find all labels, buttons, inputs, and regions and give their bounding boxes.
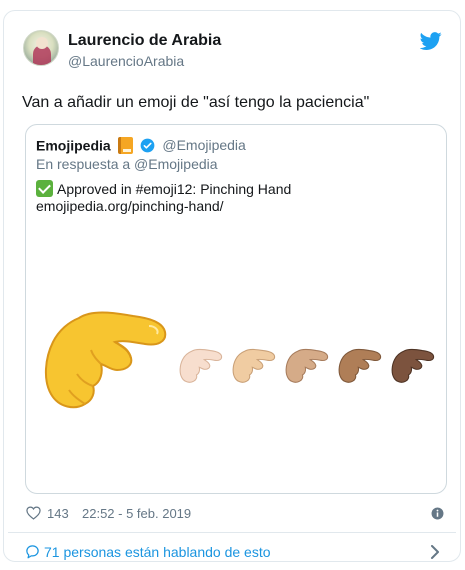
quoted-author-handle: @Emojipedia xyxy=(162,137,246,154)
quoted-author-name: Emojipedia xyxy=(36,137,111,154)
tweet-card: Laurencio de Arabia @LaurencioArabia Van… xyxy=(3,10,461,562)
pinching-hand-emoji-medium-dark xyxy=(338,348,382,383)
pinching-hand-emoji-yellow xyxy=(45,311,167,409)
chevron-right-icon[interactable] xyxy=(430,545,440,559)
quoted-link[interactable]: emojipedia.org/pinching-hand/ xyxy=(36,198,224,214)
verified-badge-icon xyxy=(141,138,155,153)
tweet-meta: 143 22:52 - 5 feb. 2019 xyxy=(26,505,446,523)
author-handle[interactable]: @LaurencioArabia xyxy=(68,53,184,69)
tweet-timestamp[interactable]: 22:52 - 5 feb. 2019 xyxy=(82,506,191,521)
info-icon[interactable] xyxy=(431,507,444,520)
pinching-hand-emoji-light xyxy=(179,348,223,383)
tweet-header: Laurencio de Arabia @LaurencioArabia xyxy=(18,26,446,70)
heart-icon[interactable] xyxy=(26,506,41,520)
tweet-footer[interactable]: 71 personas están hablando de esto xyxy=(25,541,440,563)
quoted-text: Approved in #emoji12: Pinching Hand xyxy=(57,181,292,197)
quoted-reply-context: En respuesta a @Emojipedia xyxy=(36,156,218,172)
author-avatar[interactable] xyxy=(23,30,59,66)
footer-divider xyxy=(8,532,456,533)
quoted-header: Emojipedia @Emojipedia xyxy=(36,136,246,156)
pinching-hand-emoji-medium-light xyxy=(232,348,276,383)
conversation-link[interactable]: 71 personas están hablando de esto xyxy=(44,544,271,560)
orange-book-icon xyxy=(117,136,133,154)
like-count: 143 xyxy=(47,506,69,521)
quoted-tweet[interactable]: Emojipedia @Emojipedia En respuesta a @E… xyxy=(25,124,447,494)
quoted-text-line: Approved in #emoji12: Pinching Hand xyxy=(36,180,291,197)
author-display-name[interactable]: Laurencio de Arabia xyxy=(68,32,221,50)
pinching-hand-emoji-medium xyxy=(285,348,329,383)
twitter-bird-icon[interactable] xyxy=(420,30,442,52)
check-mark-icon xyxy=(36,180,53,197)
speech-bubble-icon xyxy=(26,545,39,559)
pinching-hand-emoji-dark xyxy=(391,348,435,383)
quoted-media[interactable] xyxy=(26,295,446,425)
tweet-text: Van a añadir un emoji de "así tengo la p… xyxy=(22,94,370,111)
